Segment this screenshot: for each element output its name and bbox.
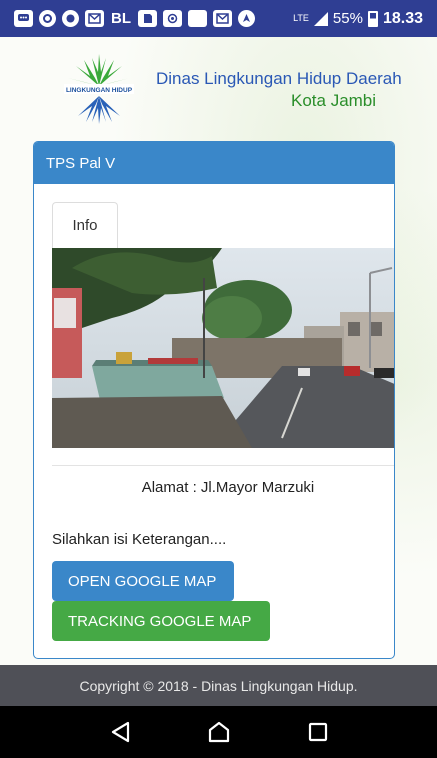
clock: 18.33 xyxy=(382,9,423,27)
battery-percent: 55% xyxy=(332,10,363,27)
site-photo xyxy=(52,248,394,448)
gmail-icon xyxy=(213,10,232,27)
home-button[interactable] xyxy=(205,718,233,746)
agency-title: Dinas Lingkungan Hidup Daerah xyxy=(156,69,402,88)
app-icon xyxy=(39,10,56,27)
address-text: Alamat : Jl.Mayor Marzuki xyxy=(141,479,315,496)
logo-text: LINGKUNGAN HIDUP xyxy=(66,87,133,94)
note-text: Silahkan isi Keterangan.... xyxy=(52,531,227,548)
back-button[interactable] xyxy=(106,718,134,746)
status-bar: BL LTE 55% 18.33 xyxy=(0,0,437,37)
divider xyxy=(52,465,394,466)
signal-icon xyxy=(313,11,328,26)
recents-icon xyxy=(308,722,327,742)
app-icon xyxy=(62,10,79,27)
sim-icon xyxy=(138,10,157,27)
navigation-bar xyxy=(0,706,437,758)
chat-icon xyxy=(14,10,33,27)
panel-title: TPS Pal V xyxy=(34,142,394,184)
home-icon xyxy=(208,721,229,743)
logo-icon: LINGKUNGAN HIDUP xyxy=(64,54,134,124)
gmail-icon xyxy=(85,10,104,27)
back-icon xyxy=(111,721,129,743)
battery-icon xyxy=(367,10,378,27)
bl-icon: BL xyxy=(111,10,131,27)
app-icon xyxy=(163,10,182,27)
lte-label: LTE xyxy=(293,13,309,23)
app-icon xyxy=(188,10,207,27)
tracking-google-map-button[interactable]: TRACKING GOOGLE MAP xyxy=(52,601,270,641)
footer-copyright: Copyright © 2018 - Dinas Lingkungan Hidu… xyxy=(0,665,437,706)
tab-info[interactable]: Info xyxy=(52,202,118,248)
status-right: LTE 55% 18.33 xyxy=(293,10,423,28)
recents-button[interactable] xyxy=(304,718,332,746)
tps-panel: TPS Pal V Info Alamat: Jl.Mayor Marzuki… xyxy=(33,141,395,659)
city-title: Kota Jambi xyxy=(291,91,377,110)
location-icon xyxy=(238,10,255,27)
open-google-map-button[interactable]: OPEN GOOGLE MAP xyxy=(52,561,234,601)
